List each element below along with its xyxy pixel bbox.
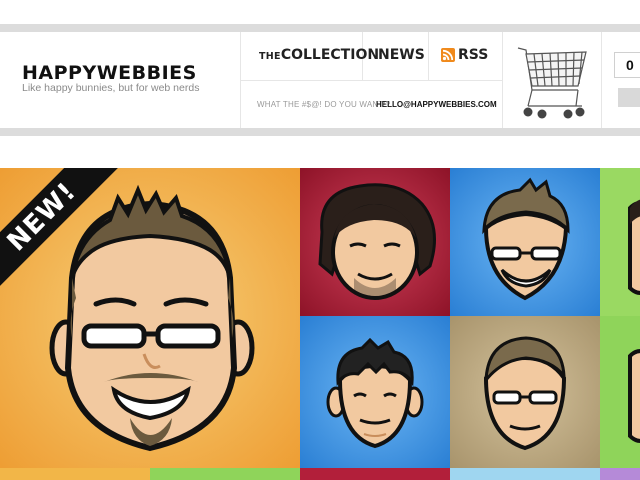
avatar-tile[interactable]: [300, 316, 450, 468]
avatar-tile[interactable]: [600, 168, 640, 316]
header-top-rule: [0, 24, 640, 32]
shopping-cart-icon[interactable]: [516, 42, 590, 125]
nav-collection-label: COLLECTION: [280, 47, 380, 63]
header-bottom-rule: [0, 128, 640, 136]
site-logo[interactable]: HAPPYWEBBIES: [22, 62, 197, 84]
avatar-tile[interactable]: [300, 468, 450, 480]
avatar-tile[interactable]: [450, 168, 600, 316]
cart-count[interactable]: 0: [614, 52, 640, 78]
header-divider: [240, 80, 502, 81]
nav-rss-label: RSS: [458, 47, 489, 63]
header-divider: [502, 32, 503, 128]
contact-question: WHAT THE #$@! DO YOU WANT!?: [257, 100, 391, 109]
rss-icon: [441, 48, 455, 62]
avatar-tile[interactable]: [450, 468, 600, 480]
avatar-tile[interactable]: [150, 468, 300, 480]
avatar-tile[interactable]: [600, 468, 640, 480]
cart-button[interactable]: [618, 88, 640, 107]
nav-collection-prefix: THE: [259, 51, 281, 62]
nav-rss-link[interactable]: RSS: [441, 47, 488, 63]
contact-email-link[interactable]: HELLO@HAPPYWEBBIES.COM: [376, 100, 497, 109]
nav-news-link[interactable]: NEWS: [378, 47, 425, 63]
avatar-tile[interactable]: [300, 168, 450, 316]
nav-collection-link[interactable]: THECOLLECTION: [259, 47, 379, 63]
page: HAPPYWEBBIES Like happy bunnies, but for…: [0, 0, 640, 480]
avatar-tile[interactable]: [450, 316, 600, 468]
avatar-tile[interactable]: [0, 468, 150, 480]
avatar-tile[interactable]: [600, 316, 640, 468]
site-tagline: Like happy bunnies, but for web nerds: [22, 82, 200, 94]
header-divider: [428, 32, 429, 80]
featured-avatar-tile[interactable]: [0, 168, 300, 468]
header-divider: [601, 32, 602, 128]
